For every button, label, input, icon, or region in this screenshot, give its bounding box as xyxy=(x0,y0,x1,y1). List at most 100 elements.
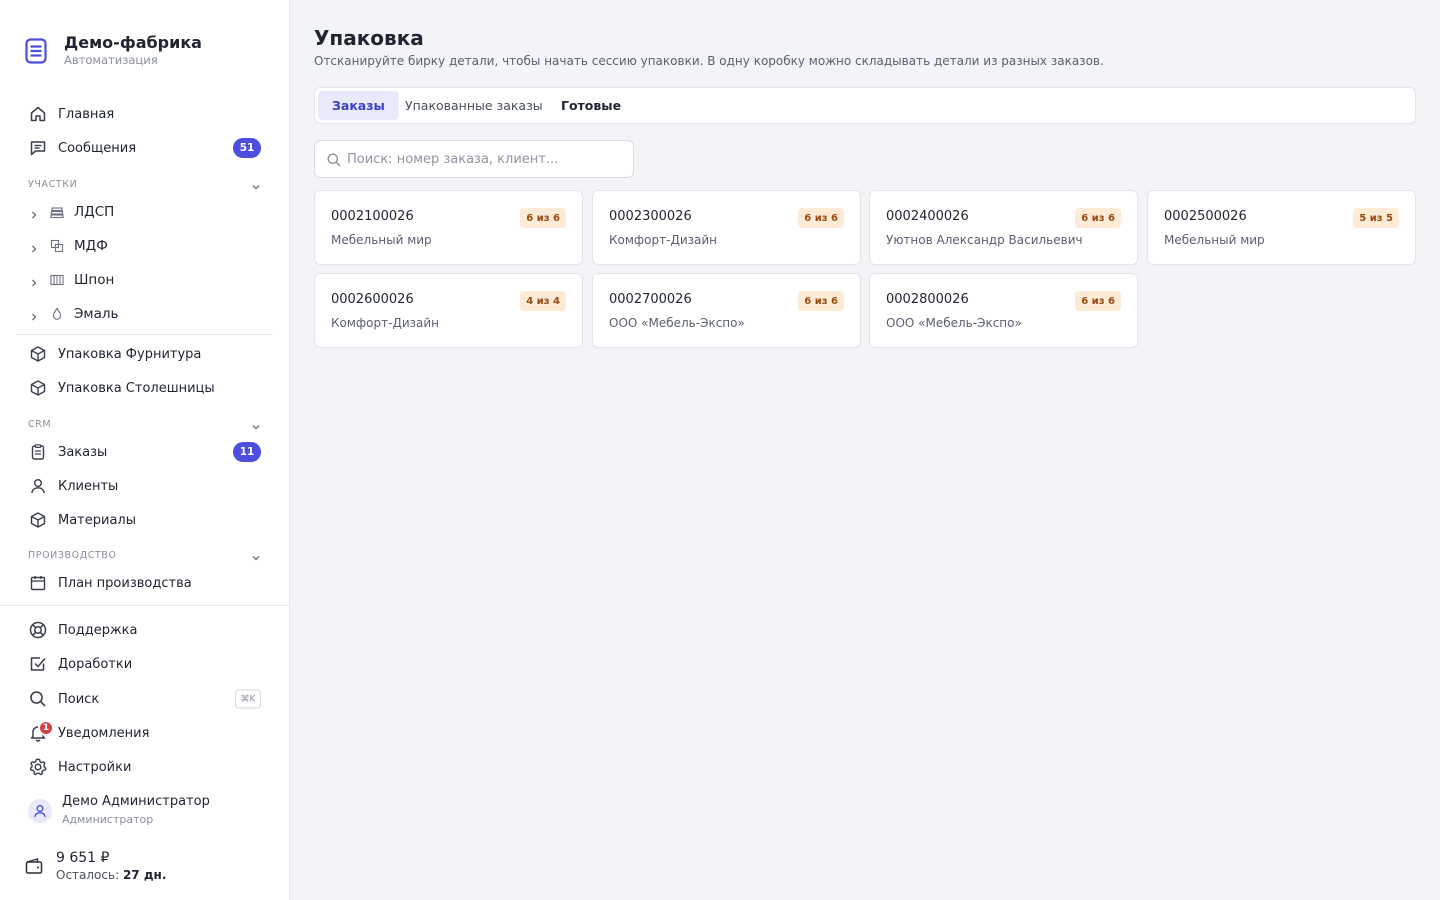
tab-ready[interactable]: Готовые xyxy=(547,91,635,120)
sidebar-item-packing-hardware[interactable]: Упаковка Фурнитура xyxy=(16,339,274,369)
order-progress-badge: 6 из 6 xyxy=(520,208,566,228)
order-client: Мебельный мир xyxy=(1164,233,1265,247)
order-card[interactable]: 0002700026 6 из 6 ООО «Мебель-Экспо» xyxy=(592,273,861,348)
sidebar-item-packing-countertops[interactable]: Упаковка Столешницы xyxy=(16,373,274,403)
chevron-right-icon xyxy=(28,240,40,253)
tab-packed-orders[interactable]: Упакованные заказы xyxy=(391,91,557,120)
wood-grain-icon xyxy=(49,272,65,288)
page-title: Упаковка xyxy=(314,26,424,50)
sidebar-item-settings[interactable]: Настройки xyxy=(16,752,274,782)
main-content: Упаковка Отсканируйте бирку детали, чтоб… xyxy=(290,0,1440,900)
order-client: ООО «Мебель-Экспо» xyxy=(886,316,1022,330)
sidebar-item-clients[interactable]: Клиенты xyxy=(16,471,274,501)
section-sites[interactable]: УЧАСТКИ xyxy=(28,177,262,191)
order-client: Комфорт-Дизайн xyxy=(331,316,440,330)
tab-bar: Заказы Упакованные заказы Готовые xyxy=(314,87,1416,124)
search-shortcut: ⌘K xyxy=(235,689,261,709)
search-box[interactable] xyxy=(314,140,634,178)
sidebar-item-label: Клиенты xyxy=(58,478,119,494)
order-progress-badge: 6 из 6 xyxy=(798,291,844,311)
user-icon xyxy=(28,476,48,496)
user-role: Администратор xyxy=(62,813,154,826)
order-card[interactable]: 0002800026 6 из 6 ООО «Мебель-Экспо» xyxy=(869,273,1138,348)
sidebar-item-mdf[interactable]: МДФ xyxy=(16,231,274,261)
section-title: ПРОИЗВОДСТВО xyxy=(28,549,117,561)
checkbox-icon xyxy=(28,654,48,674)
sidebar-item-label: МДФ xyxy=(74,238,108,254)
sidebar-item-ldsp[interactable]: ЛДСП xyxy=(16,197,274,227)
section-title: CRM xyxy=(28,418,52,430)
message-icon xyxy=(28,138,48,158)
order-card[interactable]: 0002600026 4 из 4 Комфорт-Дизайн xyxy=(314,273,583,348)
order-card[interactable]: 0002300026 6 из 6 Комфорт-Дизайн xyxy=(592,190,861,265)
brand[interactable]: Демо-фабрика Автоматизация xyxy=(24,34,202,67)
order-client: ООО «Мебель-Экспо» xyxy=(609,316,745,330)
order-progress-badge: 4 из 4 xyxy=(520,291,566,311)
divider xyxy=(16,334,273,335)
order-number: 0002100026 xyxy=(331,209,414,224)
section-title: УЧАСТКИ xyxy=(28,178,78,190)
sidebar-item-veneer[interactable]: Шпон xyxy=(16,265,274,295)
balance-remaining: Осталось: 27 дн. xyxy=(56,868,166,882)
sidebar-item-label: Главная xyxy=(58,106,115,122)
lifebuoy-icon xyxy=(28,620,48,640)
factory-logo-icon xyxy=(24,37,48,65)
order-progress-badge: 6 из 6 xyxy=(798,208,844,228)
gear-icon xyxy=(28,757,48,777)
calendar-icon xyxy=(28,573,48,593)
chevron-down-icon xyxy=(250,549,262,561)
chevron-right-icon xyxy=(28,206,40,219)
sidebar-item-label: Эмаль xyxy=(74,306,119,322)
order-card[interactable]: 0002400026 6 из 6 Уютнов Александр Васил… xyxy=(869,190,1138,265)
order-progress-badge: 6 из 6 xyxy=(1075,208,1121,228)
search-input[interactable] xyxy=(347,141,627,177)
search-icon xyxy=(28,689,48,709)
sidebar-item-notifications[interactable]: 1 Уведомления xyxy=(16,718,274,748)
sidebar-item-materials[interactable]: Материалы xyxy=(16,505,274,535)
balance-remaining-label: Осталось: xyxy=(56,868,120,882)
orders-count-badge: 11 xyxy=(233,442,261,462)
section-crm[interactable]: CRM xyxy=(28,417,262,431)
balance-widget[interactable]: 9 651 ₽ Осталось: 27 дн. xyxy=(24,848,264,888)
sidebar-item-label: Заказы xyxy=(58,444,108,460)
order-progress-badge: 6 из 6 xyxy=(1075,291,1121,311)
order-number: 0002500026 xyxy=(1164,209,1247,224)
stack-icon xyxy=(49,204,65,220)
sidebar: Демо-фабрика Автоматизация Главная Сообщ… xyxy=(0,0,290,900)
sidebar-item-orders[interactable]: Заказы 11 xyxy=(16,437,274,467)
order-number: 0002600026 xyxy=(331,292,414,307)
tab-orders[interactable]: Заказы xyxy=(318,91,399,120)
sidebar-item-label: Упаковка Фурнитура xyxy=(58,346,202,362)
sidebar-item-label: ЛДСП xyxy=(74,204,115,220)
order-number: 0002300026 xyxy=(609,209,692,224)
section-production[interactable]: ПРОИЗВОДСТВО xyxy=(28,548,262,562)
order-number: 0002400026 xyxy=(886,209,969,224)
chevron-right-icon xyxy=(28,274,40,287)
user-profile[interactable]: Демо Администратор Администратор xyxy=(28,792,268,832)
sidebar-item-search[interactable]: Поиск ⌘K xyxy=(16,684,274,714)
chevron-right-icon xyxy=(28,308,40,321)
order-card[interactable]: 0002100026 6 из 6 Мебельный мир xyxy=(314,190,583,265)
home-icon xyxy=(28,104,48,124)
sidebar-item-label: Материалы xyxy=(58,512,136,528)
clipboard-icon xyxy=(28,442,48,462)
sidebar-item-messages[interactable]: Сообщения 51 xyxy=(16,133,274,163)
sidebar-item-improvements[interactable]: Доработки xyxy=(16,649,274,679)
order-card[interactable]: 0002500026 5 из 5 Мебельный мир xyxy=(1147,190,1416,265)
brand-title: Демо-фабрика xyxy=(64,33,202,52)
cube-icon xyxy=(28,510,48,530)
sidebar-item-label: Поддержка xyxy=(58,622,138,638)
sidebar-item-support[interactable]: Поддержка xyxy=(16,615,274,645)
messages-count-badge: 51 xyxy=(233,138,261,158)
sidebar-item-home[interactable]: Главная xyxy=(16,99,274,129)
layers-icon xyxy=(49,238,65,254)
page-subtitle: Отсканируйте бирку детали, чтобы начать … xyxy=(314,54,1104,68)
sidebar-item-enamel[interactable]: Эмаль xyxy=(16,299,274,329)
divider xyxy=(0,605,289,606)
sidebar-item-production-plan[interactable]: План производства xyxy=(16,568,274,598)
user-name: Демо Администратор xyxy=(62,794,210,809)
sidebar-item-label: План производства xyxy=(58,575,192,591)
balance-remaining-value: 27 дн. xyxy=(122,868,167,882)
sidebar-item-label: Шпон xyxy=(74,272,115,288)
box-icon xyxy=(28,378,48,398)
